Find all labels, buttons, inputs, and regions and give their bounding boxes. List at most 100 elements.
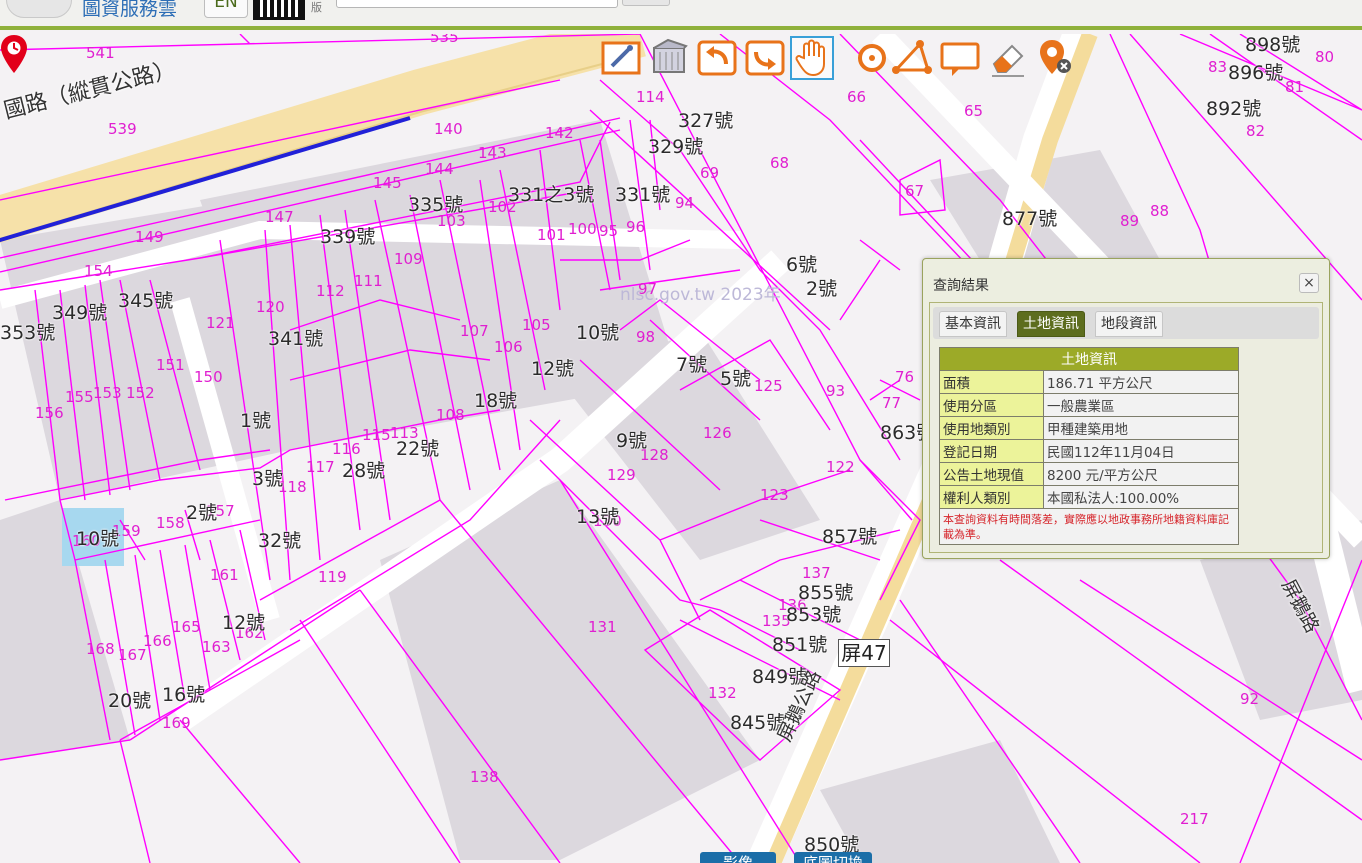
address-number-label: 853號	[786, 604, 842, 626]
row-label: 權利人類別	[939, 485, 1044, 509]
comment-icon[interactable]	[938, 36, 982, 80]
parcel-number-label: 115	[362, 426, 391, 444]
search-input[interactable]	[336, 0, 618, 8]
tab-land-info[interactable]: 土地資訊	[1017, 311, 1085, 337]
parcel-number-label: 119	[318, 568, 347, 586]
parcel-number-label: 88	[1150, 202, 1170, 220]
parcel-number-label: 153	[93, 384, 122, 402]
site-title[interactable]: 圖資服務雲	[82, 0, 177, 21]
address-number-label: 12號	[222, 612, 266, 634]
address-number-label: 7號	[676, 354, 708, 376]
address-number-label: 18號	[474, 390, 518, 412]
address-number-label: 2號	[806, 278, 838, 300]
table-row: 面積 186.71 平方公尺	[939, 370, 1239, 394]
row-label: 使用地類別	[939, 416, 1044, 440]
site-logo[interactable]	[6, 0, 72, 18]
parcel-number-label: 81	[1285, 78, 1305, 96]
address-number-label: 877號	[1002, 208, 1058, 230]
address-number-label: 3號	[252, 468, 284, 490]
land-info-table: 土地資訊 面積 186.71 平方公尺 使用分區 一般農業區 使用地類別 甲種建築用地…	[939, 347, 1239, 545]
parcel-number-label: 117	[306, 458, 335, 476]
address-number-label: 2號	[186, 502, 218, 524]
address-number-label: 329號	[648, 136, 704, 158]
parcel-number-label: 66	[847, 88, 867, 106]
parcel-number-label: 69	[700, 164, 720, 182]
parcel-number-label: 98	[636, 328, 656, 346]
parcel-number-label: 92	[1240, 690, 1260, 708]
address-number-label: 32號	[258, 530, 302, 552]
undo-icon[interactable]	[696, 36, 740, 80]
parcel-number-label: 123	[760, 486, 789, 504]
mode-label: 版	[311, 1, 322, 14]
parcel-number-label: 149	[135, 228, 164, 246]
parcel-number-label: 68	[770, 154, 790, 172]
parcel-number-label: 145	[373, 174, 402, 192]
address-number-label: 5號	[720, 368, 752, 390]
panel-body: 基本資訊 土地資訊 地段資訊 土地資訊 面積 186.71 平方公尺 使用分區 一般…	[929, 302, 1323, 553]
parcel-number-label: 97	[638, 280, 658, 298]
row-label: 登記日期	[939, 439, 1044, 463]
qr-code-icon[interactable]	[253, 0, 305, 20]
language-button[interactable]: EN	[204, 0, 248, 18]
parcel-number-label: 89	[1120, 212, 1140, 230]
address-number-label: 28號	[342, 460, 386, 482]
parcel-number-label: 65	[964, 102, 984, 120]
parcel-number-label: 155	[65, 388, 94, 406]
polyline-icon[interactable]	[890, 36, 934, 80]
address-number-label: 349號	[52, 302, 108, 324]
parcel-number-label: 154	[84, 262, 113, 280]
eraser-icon[interactable]	[986, 36, 1030, 80]
road-sign: 屏47	[838, 639, 890, 667]
imagery-button[interactable]: 影像	[700, 852, 776, 863]
address-number-label: 341號	[268, 328, 324, 350]
row-value: 一般農業區	[1043, 393, 1239, 417]
location-pin-icon[interactable]	[0, 34, 28, 74]
parcel-number-label: 109	[394, 250, 423, 268]
address-number-label: 9號	[616, 430, 648, 452]
parcel-number-label: 129	[607, 466, 636, 484]
parcel-number-label: 100	[568, 220, 597, 238]
parcel-number-label: 96	[626, 218, 646, 236]
parcel-number-label: 95	[599, 222, 619, 240]
table-row: 使用分區 一般農業區	[939, 393, 1239, 417]
parcel-number-label: 94	[675, 194, 695, 212]
parcel-number-label: 535	[430, 34, 459, 46]
pan-hand-icon[interactable]	[790, 36, 834, 80]
tab-basic-info[interactable]: 基本資訊	[939, 311, 1007, 337]
parcel-number-label: 151	[156, 356, 185, 374]
parcel-number-label: 539	[108, 120, 137, 138]
address-number-label: 331號	[615, 184, 671, 206]
parcel-number-label: 541	[86, 44, 115, 62]
row-value: 甲種建築用地	[1043, 416, 1239, 440]
building-icon[interactable]	[648, 36, 692, 80]
table-row: 登記日期 民國112年11月04日	[939, 439, 1239, 463]
address-number-label: 10號	[576, 322, 620, 344]
measure-area-icon[interactable]	[600, 36, 644, 80]
redo-icon[interactable]	[744, 36, 788, 80]
search-button[interactable]	[622, 0, 670, 6]
address-number-label: 345號	[118, 290, 174, 312]
panel-tabs: 基本資訊 土地資訊 地段資訊	[933, 307, 1319, 339]
parcel-number-label: 158	[156, 514, 185, 532]
top-header: 圖資服務雲 EN 版	[0, 0, 1362, 30]
parcel-number-label: 147	[265, 208, 294, 226]
parcel-number-label: 80	[1315, 48, 1335, 66]
parcel-number-label: 169	[162, 714, 191, 732]
basemap-switch-button[interactable]: 底圖切換	[794, 852, 872, 863]
disclaimer-note: 本查詢資料有時間落差，實際應以地政事務所地籍資料庫記載為準。	[939, 508, 1239, 545]
row-label: 面積	[939, 370, 1044, 394]
remove-pin-icon[interactable]	[1032, 36, 1076, 80]
address-number-label: 898號	[1245, 34, 1301, 56]
parcel-number-label: 163	[202, 638, 231, 656]
parcel-number-label: 83	[1208, 58, 1228, 76]
address-number-label: 327號	[678, 110, 734, 132]
parcel-number-label: 126	[703, 424, 732, 442]
close-button[interactable]: ×	[1299, 273, 1319, 293]
parcel-number-label: 132	[708, 684, 737, 702]
parcel-number-label: 121	[206, 314, 235, 332]
parcel-number-label: 77	[882, 394, 902, 412]
parcel-number-label: 217	[1180, 810, 1209, 828]
query-result-panel: 查詢結果 × 基本資訊 土地資訊 地段資訊 土地資訊 面積 186.71 平方公尺…	[922, 258, 1330, 559]
parcel-number-label: 161	[210, 566, 239, 584]
tab-section-info[interactable]: 地段資訊	[1095, 311, 1163, 337]
